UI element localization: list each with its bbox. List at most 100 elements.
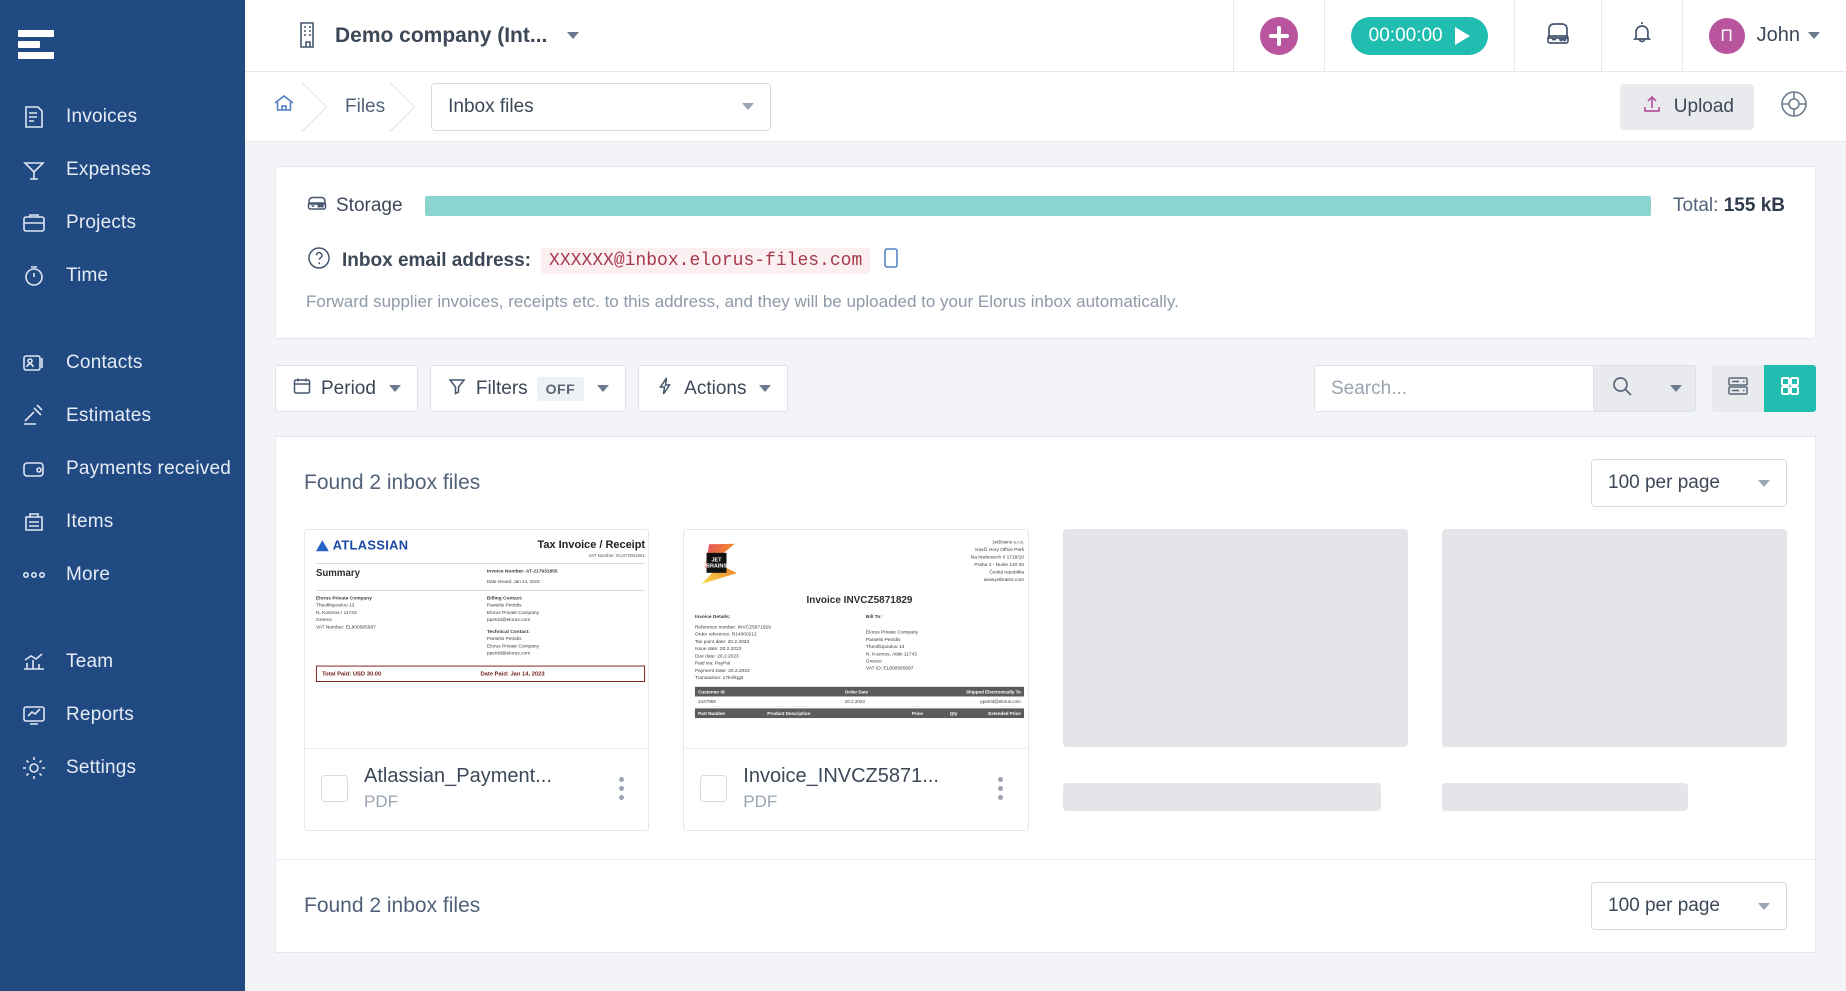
sidebar-item-expenses[interactable]: Expenses — [0, 143, 245, 196]
breadcrumb: Files Inbox files — [245, 72, 1620, 142]
printer-icon — [1541, 18, 1575, 53]
timer-widget[interactable]: 00:00:00 — [1323, 0, 1514, 72]
chevron-down-icon — [742, 103, 755, 110]
jetbrains-logo-icon: JET BRAINS — [695, 538, 743, 586]
file-select-checkbox[interactable] — [700, 775, 728, 802]
actions-button[interactable]: Actions — [638, 365, 789, 412]
sidebar-item-time[interactable]: Time — [0, 249, 245, 302]
user-menu[interactable]: Π John — [1681, 0, 1846, 72]
jb-invoice-title: Invoice INVCZ5871829 — [806, 593, 913, 606]
jb-b1: Elorus Private Company — [866, 629, 919, 635]
doc-header: ATLASSIAN Tax Invoice / Receipt VAT Numb… — [315, 538, 645, 558]
doc-contacts-col: Billing Contact: Pantelis Petridis Eloru… — [474, 595, 645, 657]
doc-divider — [315, 563, 646, 564]
sidebar-item-label: More — [66, 563, 111, 585]
sidebar-item-more[interactable]: More — [0, 548, 245, 601]
add-button[interactable] — [1232, 0, 1324, 72]
breadcrumb-home[interactable] — [245, 72, 319, 142]
list-view-button[interactable] — [1712, 365, 1764, 412]
invoices-icon — [20, 103, 66, 131]
actions-label: Actions — [684, 377, 747, 399]
per-page-value: 100 per page — [1608, 472, 1720, 493]
thumbnail-scaler: ATLASSIAN Tax Invoice / Receipt VAT Numb… — [305, 530, 649, 691]
sidebar-item-projects[interactable]: Projects — [0, 196, 245, 249]
upload-button[interactable]: Upload — [1619, 83, 1754, 130]
copy-icon[interactable] — [880, 246, 902, 275]
chevron-down-icon — [388, 385, 401, 392]
filters-state-badge: OFF — [536, 376, 585, 401]
sidebar-item-reports[interactable]: Reports — [0, 688, 245, 741]
jb-table-row-1: 2427959 20.2.2023 ppetrid@elorus.com — [695, 696, 1025, 707]
chevron-down-icon — [567, 32, 580, 39]
timer-value: 00:00:00 — [1368, 24, 1443, 46]
jb-d6: Paid via: PayPal — [695, 660, 731, 666]
jb-vendor1: JetBrains s.r.o. — [992, 539, 1025, 545]
company-switcher[interactable]: Demo company (Int... — [245, 17, 1233, 54]
file-card[interactable]: ATLASSIAN Tax Invoice / Receipt VAT Numb… — [304, 529, 650, 831]
upload-icon — [1640, 92, 1664, 122]
search-input[interactable] — [1315, 366, 1593, 411]
storage-icon — [306, 193, 328, 219]
view-select[interactable]: Inbox files — [431, 82, 772, 131]
storage-total: Total: 155 kB — [1673, 195, 1785, 217]
calendar-icon — [292, 376, 312, 402]
jb-vendor3: Na hrebenech II 1718/10 — [971, 554, 1025, 560]
search-options-button[interactable] — [1649, 366, 1695, 411]
building-icon — [293, 17, 323, 54]
placeholder-label-bar — [1062, 783, 1381, 811]
kebab-menu-icon[interactable] — [610, 777, 632, 800]
per-page-select[interactable]: 100 per page — [1591, 459, 1787, 507]
hamburger-menu-button[interactable] — [0, 10, 245, 78]
timer-pill[interactable]: 00:00:00 — [1350, 16, 1488, 55]
file-thumbnail-preview[interactable]: JET BRAINS JetBrains s.r.o. Kavčí Hory O… — [684, 530, 1028, 748]
sidebar-item-label: Settings — [66, 756, 137, 778]
notifications-button[interactable] — [1600, 0, 1682, 72]
sidebar-item-settings[interactable]: Settings — [0, 741, 245, 794]
jb-th8: Extended Price — [988, 710, 1022, 716]
sidebar-item-contacts[interactable]: Contacts — [0, 336, 245, 389]
jb-table-header-1: Customer Id Order Date Shipped Electroni… — [695, 686, 1025, 697]
breadcrumb-files[interactable]: Files — [319, 72, 407, 142]
atlassian-logo: ATLASSIAN — [315, 538, 409, 553]
jb-d8: Transaction: 17knfkgj3 — [695, 674, 744, 681]
placeholder-thumbnail — [1062, 529, 1408, 747]
reports-icon — [20, 701, 66, 729]
sidebar: Invoices Expenses Projects Time Contacts — [0, 0, 245, 991]
doc-invoice-number: Invoice Number: AT-217931855 — [486, 568, 558, 574]
sidebar-item-estimates[interactable]: Estimates — [0, 389, 245, 442]
jb-d2: Order reference: R14000212 — [695, 631, 757, 637]
sidebar-item-invoices[interactable]: Invoices — [0, 90, 245, 143]
kebab-menu-icon[interactable] — [990, 777, 1012, 800]
file-card[interactable]: JET BRAINS JetBrains s.r.o. Kavčí Hory O… — [683, 529, 1029, 831]
file-name: Atlassian_Payment... — [364, 765, 552, 787]
printer-button[interactable] — [1513, 0, 1601, 72]
svg-text:BRAINS: BRAINS — [706, 563, 727, 569]
question-mark-icon[interactable] — [306, 245, 332, 276]
period-button[interactable]: Period — [275, 365, 418, 412]
search-button[interactable] — [1593, 366, 1649, 411]
grid-view-button[interactable] — [1764, 365, 1816, 412]
atlassian-brand: ATLASSIAN — [332, 538, 409, 553]
per-page-select-footer[interactable]: 100 per page — [1591, 882, 1787, 930]
file-thumbnail-preview[interactable]: ATLASSIAN Tax Invoice / Receipt VAT Numb… — [305, 530, 649, 748]
time-icon — [20, 262, 66, 290]
sidebar-item-team[interactable]: Team — [0, 635, 245, 688]
play-icon[interactable] — [1454, 26, 1470, 45]
breadcrumb-bar: Files Inbox files Upload — [245, 72, 1846, 142]
doc-total-paid: Total Paid: USD 30.00 — [322, 670, 382, 677]
jb-th2: Order Date — [845, 688, 869, 695]
content-area: Storage Total: 155 kB Inbox email addres… — [245, 142, 1846, 991]
file-card-placeholder — [1062, 529, 1408, 831]
inbox-email-hint: Forward supplier invoices, receipts etc.… — [306, 292, 1179, 311]
support-widget-icon[interactable] — [1776, 86, 1812, 127]
sidebar-item-payments-received[interactable]: Payments received — [0, 442, 245, 495]
doc-summary-heading: Summary — [315, 567, 360, 579]
avatar: Π — [1708, 17, 1745, 54]
per-page-value-footer: 100 per page — [1608, 895, 1720, 916]
doc-date-issued: Date Issued: Jan 14, 2023 — [486, 578, 540, 584]
sidebar-item-items[interactable]: Items — [0, 495, 245, 548]
filters-button[interactable]: Filters OFF — [429, 365, 627, 412]
doc-date-paid: Date Paid: Jan 14, 2023 — [480, 670, 545, 677]
file-select-checkbox[interactable] — [321, 775, 348, 802]
doc-parties-row: Elorus Private Company Theofilopoulou 13… — [316, 595, 645, 657]
